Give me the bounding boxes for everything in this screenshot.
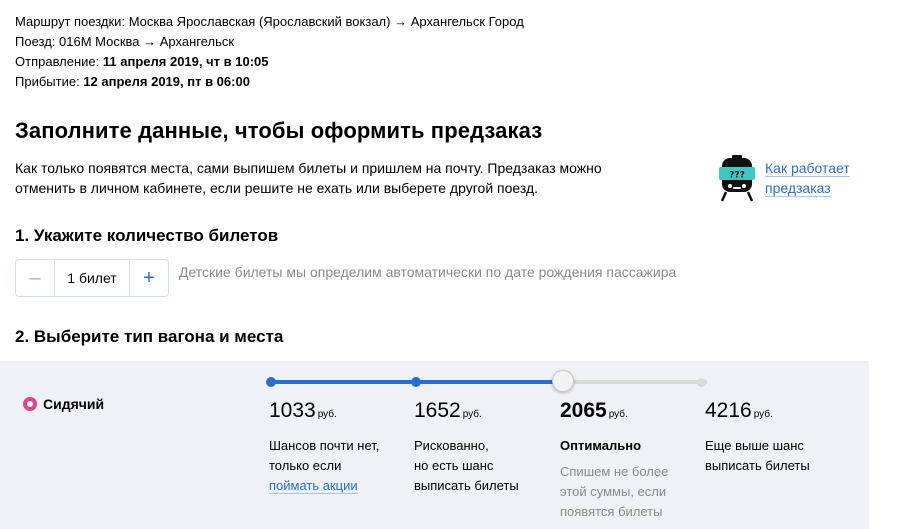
car-type-option[interactable]: Сидячий [23,396,104,412]
departure-row: Отправление: 11 апреля 2019, чт в 10:05 [15,54,269,69]
catch-promo-link[interactable]: поймать акции [269,478,358,494]
radio-selected-icon[interactable] [23,397,37,411]
svg-text:???: ??? [729,171,745,181]
tickets-step-title: 1. Укажите количество билетов [15,226,279,245]
price-option-1[interactable]: 1033 руб. Шансов почти нет, только если п… [269,398,409,496]
child-tickets-hint: Детские билеты мы определим автоматическ… [179,264,677,280]
slider-stop-2[interactable] [411,377,421,387]
price-slider-track[interactable] [266,370,707,392]
trip-info: Маршрут поездки: Москва Ярославская (Яро… [15,12,524,92]
slider-stop-1[interactable] [266,377,276,387]
train-row: Поезд: 016М Москва → Архангельск [15,34,235,49]
car-step-title: 2. Выберите тип вагона и места [15,327,284,346]
slider-inactive-segment [562,380,707,384]
slider-handle[interactable] [552,370,574,392]
arrival-row: Прибытие: 12 апреля 2019, пт в 06:00 [15,74,250,89]
ticket-count-value: 1 билет [67,270,117,286]
decrease-tickets-button[interactable]: – [16,260,55,296]
train-mascot-icon: ??? [716,154,758,202]
slider-stop-4[interactable] [697,377,706,387]
page-title: Заполните данные, чтобы оформить предзак… [15,118,543,143]
preorder-description: Как только появятся места, сами выпишем … [15,160,602,196]
increase-tickets-button[interactable]: + [129,260,168,296]
price-option-4[interactable]: 4216 руб. Еще выше шанс выписать билеты [705,398,845,476]
price-option-3-selected[interactable]: 2065 руб. Оптимально Спишем не более этой… [560,398,700,522]
price-option-2[interactable]: 1652 руб. Рискованно, но есть шанс выписа… [414,398,554,496]
route-row: Маршрут поездки: Москва Ярославская (Яро… [15,14,524,29]
ticket-quantity-stepper: – 1 билет + [15,259,169,297]
how-preorder-works-link[interactable]: Как работает предзаказ [765,158,850,198]
